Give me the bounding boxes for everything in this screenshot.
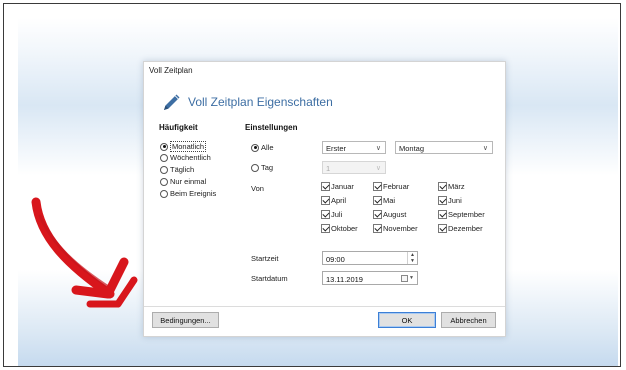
month-checkbox-label: Januar — [331, 182, 354, 191]
calendar-dropdown-button[interactable]: ▼ — [401, 274, 415, 282]
tag-radio-label: Tag — [261, 163, 274, 172]
month-checkbox[interactable]: Januar — [321, 182, 354, 191]
frequency-radio-indicator — [160, 165, 168, 174]
checkbox-indicator — [321, 224, 330, 233]
checkbox-indicator — [373, 224, 382, 233]
checkbox-indicator — [373, 196, 382, 205]
frequency-radio-label: Monatlich — [170, 141, 207, 152]
month-checkbox[interactable]: September — [438, 210, 485, 219]
alle-radio-label: Alle — [261, 143, 274, 152]
day-select[interactable]: 1 ∨ — [322, 161, 386, 174]
month-checkbox-label: April — [331, 196, 347, 205]
annotation-arrow — [31, 197, 138, 308]
dialog-title: Voll Zeitplan — [149, 66, 193, 75]
frequency-radio-indicator — [160, 177, 168, 186]
frequency-radio-label: Täglich — [170, 165, 195, 174]
startdatum-value: 13.11.2019 — [326, 275, 363, 284]
month-checkbox[interactable]: April — [321, 196, 346, 205]
frequency-radio[interactable]: Beim Ereignis — [160, 189, 216, 198]
month-checkbox-label: Mai — [383, 196, 396, 205]
frequency-radio-label: Nur einmal — [170, 177, 207, 186]
frequency-heading: Häufigkeit — [159, 123, 198, 132]
checkbox-indicator — [373, 182, 382, 191]
ordinal-select[interactable]: Erster ∨ — [322, 141, 386, 154]
month-checkbox[interactable]: August — [373, 210, 406, 219]
frequency-radio[interactable]: Täglich — [160, 165, 194, 174]
checkbox-indicator — [373, 210, 382, 219]
weekday-select[interactable]: Montag ∨ — [395, 141, 493, 154]
settings-heading: Einstellungen — [245, 123, 298, 132]
frequency-radio[interactable]: Wöchentlich — [160, 153, 211, 162]
frequency-radio-indicator — [160, 142, 168, 151]
time-spinner[interactable]: ▲ ▼ — [407, 252, 417, 264]
checkbox-indicator — [321, 210, 330, 219]
month-checkbox[interactable]: Juni — [438, 196, 462, 205]
startzeit-input[interactable]: 09:00 ▲ ▼ — [322, 251, 418, 265]
startzeit-value: 09:00 — [326, 255, 345, 264]
checkbox-indicator — [438, 182, 447, 191]
chevron-down-icon: ∨ — [375, 165, 381, 172]
month-checkbox[interactable]: März — [438, 182, 465, 191]
month-checkbox[interactable]: Mai — [373, 196, 395, 205]
chevron-down-icon: ▼ — [409, 275, 414, 281]
startzeit-label: Startzeit — [251, 254, 279, 263]
frequency-radio-label: Wöchentlich — [170, 153, 211, 162]
tag-radio[interactable]: Tag — [251, 163, 273, 172]
month-checkbox-label: Juni — [448, 196, 462, 205]
month-checkbox[interactable]: Oktober — [321, 224, 358, 233]
month-checkbox[interactable]: November — [373, 224, 418, 233]
checkbox-indicator — [438, 196, 447, 205]
month-checkbox-label: März — [448, 182, 465, 191]
frequency-radio[interactable]: Nur einmal — [160, 177, 206, 186]
ok-button[interactable]: OK — [378, 312, 436, 328]
startdatum-label: Startdatum — [251, 274, 288, 283]
month-checkbox-label: November — [383, 224, 418, 233]
chevron-down-icon: ∨ — [375, 145, 381, 152]
alle-radio[interactable]: Alle — [251, 143, 274, 152]
day-select-value: 1 — [326, 164, 331, 173]
startdatum-input[interactable]: 13.11.2019 ▼ — [322, 271, 418, 285]
alle-radio-indicator — [251, 143, 259, 152]
von-label: Von — [251, 184, 264, 193]
dialog-header: Voll Zeitplan Eigenschaften — [161, 91, 333, 113]
frequency-radio[interactable]: Monatlich — [160, 141, 207, 152]
checkbox-indicator — [438, 210, 447, 219]
checkbox-indicator — [321, 182, 330, 191]
month-checkbox[interactable]: Februar — [373, 182, 409, 191]
month-checkbox-label: Juli — [331, 210, 343, 219]
cancel-button[interactable]: Abbrechen — [441, 312, 496, 328]
month-checkbox[interactable]: Juli — [321, 210, 342, 219]
frequency-radio-indicator — [160, 189, 168, 198]
schedule-dialog: Voll Zeitplan Voll Zeitplan Eigenschafte… — [143, 61, 506, 337]
weekday-select-value: Montag — [399, 144, 425, 153]
month-checkbox-label: Dezember — [448, 224, 483, 233]
spin-down-icon[interactable]: ▼ — [408, 258, 417, 264]
ordinal-select-value: Erster — [326, 144, 347, 153]
frequency-radio-indicator — [160, 153, 168, 162]
chevron-down-icon: ∨ — [482, 145, 488, 152]
dialog-header-title: Voll Zeitplan Eigenschaften — [188, 95, 333, 109]
month-checkbox-label: Februar — [383, 182, 410, 191]
tag-radio-indicator — [251, 163, 259, 172]
checkbox-indicator — [438, 224, 447, 233]
month-checkbox-label: September — [448, 210, 485, 219]
calendar-icon — [401, 274, 408, 282]
checkbox-indicator — [321, 196, 330, 205]
pencil-icon — [164, 94, 180, 110]
conditions-button[interactable]: Bedingungen... — [152, 312, 219, 328]
footer-divider — [144, 306, 505, 307]
month-checkbox-label: August — [383, 210, 407, 219]
frequency-radio-label: Beim Ereignis — [170, 189, 217, 198]
month-checkbox[interactable]: Dezember — [438, 224, 483, 233]
month-checkbox-label: Oktober — [331, 224, 358, 233]
